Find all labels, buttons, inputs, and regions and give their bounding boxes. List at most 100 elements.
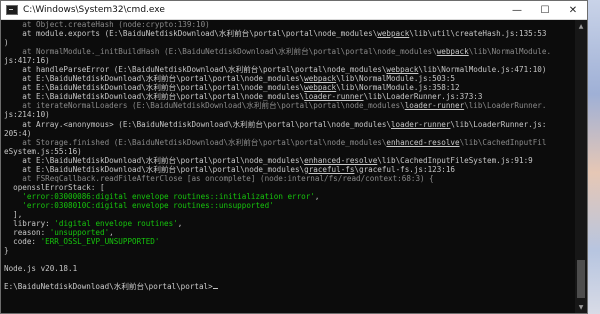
console-line: code: 'ERR_OSSL_EVP_UNSUPPORTED' bbox=[4, 237, 575, 246]
console-text: eSystem.js:55:16) bbox=[4, 146, 82, 156]
console-text: library: bbox=[4, 219, 55, 229]
console-text: loader-runner bbox=[304, 92, 364, 102]
console-text: code: bbox=[4, 237, 41, 247]
console-text: at Array.<anonymous> (E:\BaiduNetdiskDow… bbox=[4, 119, 391, 129]
console-text: loader-runner bbox=[404, 101, 465, 111]
console-line: at iterateNormalLoaders (E:\BaiduNetdisk… bbox=[4, 101, 575, 110]
console-line: 'error:0308010C:digital envelope routine… bbox=[4, 201, 575, 210]
console-text: \lib\NormalModule. bbox=[468, 47, 552, 57]
console-text: at E:\BaiduNetdiskDownload\水利前台\portal\p… bbox=[4, 74, 305, 84]
console-text: \lib\LoaderRunner. bbox=[464, 101, 547, 111]
console-line: 'error:03000086:digital envelope routine… bbox=[4, 192, 575, 201]
text-cursor bbox=[212, 288, 218, 290]
console-line: at E:\BaiduNetdiskDownload\水利前台\portal\p… bbox=[4, 156, 575, 165]
console-text: , bbox=[109, 228, 114, 238]
console-text: webpack bbox=[386, 65, 419, 75]
console-text: at FSReqCallback.readFileAfterClose [as … bbox=[4, 173, 434, 183]
console-text: , bbox=[314, 191, 320, 201]
console-text: 'unsupported' bbox=[49, 228, 110, 238]
console-line: } bbox=[4, 246, 575, 255]
console-line: at NormalModule._initBuildHash (E:\Baidu… bbox=[4, 47, 575, 56]
window-title: C:\Windows\System32\cmd.exe bbox=[23, 5, 165, 15]
console-text: at Object.createHash (node:crypto:139:10… bbox=[4, 20, 210, 29]
console-line: at E:\BaiduNetdiskDownload\水利前台\portal\p… bbox=[4, 74, 575, 83]
console-text: at E:\BaiduNetdiskDownload\水利前台\portal\p… bbox=[4, 92, 305, 102]
console-text: 'ERR_OSSL_EVP_UNSUPPORTED' bbox=[40, 237, 160, 247]
console-line: eSystem.js:55:16) bbox=[4, 147, 575, 156]
console-text: \lib\CachedInputFil bbox=[459, 137, 547, 147]
console-text: 205:4) bbox=[4, 128, 32, 138]
console-text: } bbox=[4, 246, 9, 256]
console-line: js:417:16) bbox=[4, 56, 575, 65]
console-line: at Object.createHash (node:crypto:139:10… bbox=[4, 20, 575, 29]
scrollbar-thumb[interactable] bbox=[577, 259, 585, 298]
console-text: at NormalModule._initBuildHash (E:\Baidu… bbox=[4, 47, 437, 57]
console-text: reason: bbox=[4, 228, 50, 238]
cmd-window: C:\Windows\System32\cmd.exe — ☐ ✕ at Obj… bbox=[0, 0, 588, 314]
console-line: at module.exports (E:\BaiduNetdiskDownlo… bbox=[4, 29, 575, 38]
console-line: at Array.<anonymous> (E:\BaiduNetdiskDow… bbox=[4, 120, 575, 129]
console-line: library: 'digital envelope routines', bbox=[4, 219, 575, 228]
console-text: enhanced-resolve bbox=[304, 155, 378, 165]
console-text: js:417:16) bbox=[4, 56, 50, 66]
console-text: at E:\BaiduNetdiskDownload\水利前台\portal\p… bbox=[4, 155, 305, 165]
console-line: 205:4) bbox=[4, 129, 575, 138]
console-text: \lib\NormalModule.js:358:12 bbox=[336, 83, 460, 93]
console-text: E:\BaiduNetdiskDownload\水利前台\portal\port… bbox=[4, 282, 213, 292]
console-text: webpack bbox=[304, 83, 337, 93]
console-text: \graceful-fs.js:123:16 bbox=[354, 164, 456, 174]
vertical-scrollbar[interactable]: ▲ ▼ bbox=[575, 20, 587, 313]
console-line: opensslErrorStack: [ bbox=[4, 183, 575, 192]
scroll-up-arrow-icon[interactable]: ▲ bbox=[575, 20, 587, 32]
minimize-button[interactable]: — bbox=[503, 1, 531, 20]
cmd-app-icon bbox=[6, 5, 18, 15]
console-text: 'digital envelope routines' bbox=[54, 219, 178, 229]
console-text: opensslErrorStack: [ bbox=[4, 182, 105, 192]
console-text: webpack bbox=[304, 74, 337, 84]
console-text: at iterateNormalLoaders (E:\BaiduNetdisk… bbox=[4, 101, 405, 111]
console-line: ], bbox=[4, 210, 575, 219]
console-text: \lib\NormalModule.js:471:10) bbox=[418, 65, 547, 75]
console-text: webpack bbox=[377, 29, 410, 39]
console-text: at handleParseError (E:\BaiduNetdiskDown… bbox=[4, 65, 387, 75]
console-text: \lib\NormalModule.js:503:5 bbox=[336, 74, 456, 84]
console-text: Node.js v20.18.1 bbox=[4, 264, 78, 274]
console-text: \lib\LoaderRunner.js:373:3 bbox=[363, 92, 483, 102]
console-text: webpack bbox=[436, 47, 469, 57]
console-text: graceful-fs bbox=[304, 164, 355, 174]
console-text: loader-runner bbox=[390, 119, 451, 129]
console-text: at E:\BaiduNetdiskDownload\水利前台\portal\p… bbox=[4, 83, 305, 93]
console-text: ) bbox=[4, 38, 9, 48]
console-text: , bbox=[177, 219, 183, 229]
console-line: Node.js v20.18.1 bbox=[4, 264, 575, 273]
console-text: 'error:03000086:digital envelope routine… bbox=[22, 191, 315, 201]
console-line: at E:\BaiduNetdiskDownload\水利前台\portal\p… bbox=[4, 92, 575, 101]
scroll-down-arrow-icon[interactable]: ▼ bbox=[575, 301, 587, 313]
console-text: at E:\BaiduNetdiskDownload\水利前台\portal\p… bbox=[4, 164, 305, 174]
console-text: at Storage.finished (E:\BaiduNetdiskDown… bbox=[4, 137, 387, 147]
console-line: E:\BaiduNetdiskDownload\水利前台\portal\port… bbox=[4, 282, 575, 291]
console-text: \lib\LoaderRunner.js: bbox=[450, 119, 547, 129]
console-line: reason: 'unsupported', bbox=[4, 228, 575, 237]
console-text: at module.exports (E:\BaiduNetdiskDownlo… bbox=[4, 29, 378, 39]
console-line: at Storage.finished (E:\BaiduNetdiskDown… bbox=[4, 138, 575, 147]
console-text: \lib\CachedInputFileSystem.js:91:9 bbox=[377, 155, 533, 165]
maximize-button[interactable]: ☐ bbox=[531, 1, 559, 20]
title-bar[interactable]: C:\Windows\System32\cmd.exe — ☐ ✕ bbox=[1, 1, 587, 20]
window-controls: — ☐ ✕ bbox=[503, 1, 587, 20]
console-text: 'error:0308010C:digital envelope routine… bbox=[22, 200, 274, 210]
console-line: at E:\BaiduNetdiskDownload\水利前台\portal\p… bbox=[4, 83, 575, 92]
console-text: ], bbox=[4, 209, 23, 219]
close-button[interactable]: ✕ bbox=[559, 1, 587, 20]
console-text: enhanced-resolve bbox=[386, 137, 460, 147]
console-line: at FSReqCallback.readFileAfterClose [as … bbox=[4, 174, 575, 183]
console-line: ) bbox=[4, 38, 575, 47]
console-line: js:214:10) bbox=[4, 110, 575, 119]
console-text: \lib\util\createHash.js:135:53 bbox=[409, 29, 547, 39]
console-line: at E:\BaiduNetdiskDownload\水利前台\portal\p… bbox=[4, 165, 575, 174]
console-output[interactable]: at Object.createHash (node:crypto:139:10… bbox=[1, 20, 575, 313]
